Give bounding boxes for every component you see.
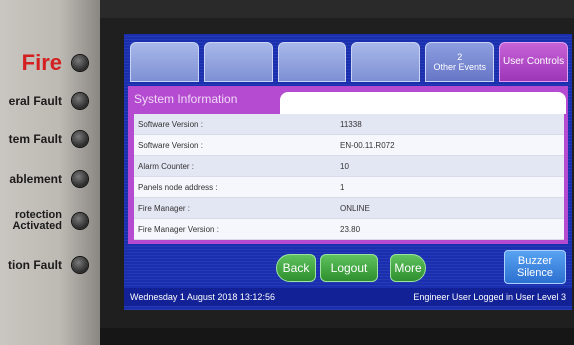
table-row: Alarm Counter : 10 — [134, 156, 564, 177]
indicator-function-fault: tion Fault — [0, 248, 96, 282]
row-value: 1 — [340, 182, 345, 192]
status-datetime: Wednesday 1 August 2018 13:12:56 — [130, 292, 275, 302]
back-button[interactable]: Back — [276, 254, 316, 282]
row-key: Panels node address : — [138, 182, 218, 192]
tab-fire-events[interactable] — [130, 42, 199, 82]
table-row: Software Version : 11338 — [134, 114, 564, 135]
silence-label: Silence — [516, 267, 554, 279]
tab-fault[interactable] — [203, 42, 273, 82]
row-value: EN-00.11.R072 — [340, 140, 395, 150]
other-events-count: 2 — [457, 52, 463, 62]
row-value: 23.80 — [340, 224, 361, 234]
indicator-system-fault: tem Fault — [0, 122, 96, 156]
page-title: System Information — [134, 92, 238, 106]
indicator-disablement: ablement — [0, 162, 96, 196]
indicator-label: ablement — [9, 173, 62, 185]
buzzer-silence-button[interactable]: Buzzer Silence — [504, 250, 566, 284]
tab-disablement[interactable] — [277, 42, 347, 82]
row-key: Alarm Counter : — [138, 161, 195, 171]
led-icon — [72, 55, 88, 71]
buzzer-label: Buzzer — [517, 255, 553, 267]
led-icon — [72, 257, 88, 273]
touch-screen: 2 Other Events User Controls System Info… — [124, 34, 572, 310]
indicator-panel: Fire eral Fault tem Fault ablement rotec… — [0, 0, 100, 345]
info-tab-area — [280, 92, 566, 114]
table-row: Fire Manager Version : 23.80 — [134, 219, 564, 240]
panel-frame — [100, 328, 574, 345]
top-tabs: 2 Other Events User Controls — [130, 42, 568, 82]
status-user: Engineer User Logged in User Level 3 — [413, 292, 566, 302]
more-button[interactable]: More — [390, 254, 426, 282]
led-icon — [72, 171, 88, 187]
table-row: Panels node address : 1 — [134, 177, 564, 198]
info-footer — [128, 240, 568, 244]
indicator-protection-activated: rotection Activated — [0, 204, 96, 238]
tab-other-events[interactable]: 2 Other Events — [425, 42, 495, 82]
row-key: Software Version : — [138, 119, 203, 129]
table-row: Fire Manager : ONLINE — [134, 198, 564, 219]
indicator-label: Fire — [21, 52, 62, 74]
status-bar: Wednesday 1 August 2018 13:12:56 Enginee… — [124, 288, 572, 306]
logout-button[interactable]: Logout — [320, 254, 378, 282]
indicator-label: rotection Activated — [12, 210, 62, 232]
row-key: Fire Manager Version : — [138, 224, 219, 234]
tab-protection[interactable] — [351, 42, 421, 82]
other-events-label: Other Events — [433, 62, 486, 72]
indicator-label: tion Fault — [8, 259, 62, 271]
row-value: ONLINE — [340, 203, 370, 213]
row-key: Fire Manager : — [138, 203, 191, 213]
row-key: Software Version : — [138, 140, 203, 150]
led-icon — [72, 131, 88, 147]
tab-label: User Controls — [502, 56, 565, 67]
tab-user-controls[interactable]: User Controls — [499, 42, 568, 82]
indicator-fire: Fire — [0, 46, 96, 80]
indicator-label: eral Fault — [8, 95, 62, 107]
indicator-label: tem Fault — [8, 133, 62, 145]
row-value: 10 — [340, 161, 349, 171]
indicator-general-fault: eral Fault — [0, 84, 96, 118]
row-value: 11338 — [340, 119, 362, 129]
system-info-table: Software Version : 11338 Software Versio… — [128, 114, 568, 242]
table-row: Software Version : EN-00.11.R072 — [134, 135, 564, 156]
led-icon — [72, 93, 88, 109]
led-icon — [72, 213, 88, 229]
